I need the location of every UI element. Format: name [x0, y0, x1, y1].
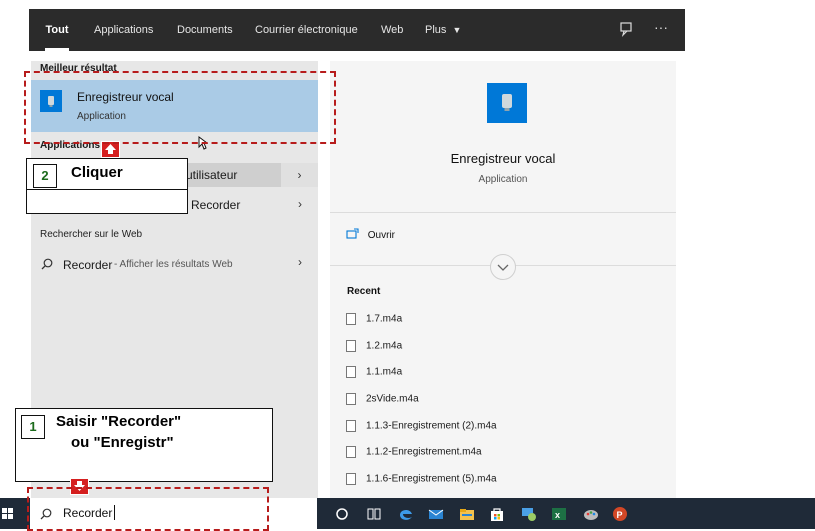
recent-file[interactable]: 1.1.2-Enregistrement.m4a [346, 446, 482, 466]
recent-file[interactable]: 1.2.m4a [346, 340, 402, 360]
preview-title: Enregistreur vocal [450, 151, 556, 166]
control-panel-icon[interactable] [521, 506, 537, 522]
web-query-text: Recorder [63, 258, 113, 272]
tab-label: Web [381, 24, 404, 36]
step2-text: Cliquer [71, 164, 123, 181]
search-icon [41, 258, 53, 273]
audio-file-icon [346, 366, 356, 378]
app-result-label: Recorder [191, 198, 241, 212]
audio-file-icon [346, 340, 356, 352]
tab-documents[interactable]: Documents [177, 9, 233, 51]
search-tab-bar: Tout Applications Documents Courrier éle… [29, 9, 685, 51]
start-windows-icon[interactable] [2, 507, 14, 525]
caret-down-icon: ▼ [452, 25, 462, 35]
step2-number: 2 [33, 164, 57, 188]
tab-web[interactable]: Web [381, 9, 403, 51]
divider [27, 189, 187, 190]
divider [330, 212, 676, 213]
cortana-icon[interactable] [334, 506, 350, 522]
search-box-highlight [27, 487, 269, 531]
chevron-right-icon[interactable]: › [298, 197, 302, 211]
active-tab-indicator [45, 48, 69, 51]
svg-text:x: x [555, 510, 560, 520]
recent-file[interactable]: 1.7.m4a [346, 313, 402, 333]
tab-label: Courrier électronique [255, 24, 358, 36]
preview-subtitle: Application [478, 174, 528, 185]
web-result-suffix: - Afficher les résultats Web [114, 259, 233, 270]
step1-callout: 1 Saisir "Recorder" ou "Enregistr" [15, 408, 273, 482]
more-options-icon[interactable]: ··· [654, 19, 668, 35]
audio-file-icon [346, 473, 356, 485]
open-label: Ouvrir [367, 229, 396, 241]
recent-header: Recent [347, 286, 381, 297]
tab-label: Documents [177, 24, 233, 36]
tab-label: Applications [94, 24, 154, 36]
recent-file[interactable]: 1.1.3-Enregistrement (2).m4a [346, 420, 497, 440]
excel-icon[interactable]: x [551, 506, 567, 522]
tab-label: Tout [45, 24, 69, 36]
chevron-right-icon[interactable]: › [298, 255, 302, 269]
tab-more[interactable]: Plus ▼ [425, 9, 461, 51]
tab-applications[interactable]: Applications [94, 9, 153, 51]
audio-file-icon [346, 446, 356, 458]
app-large-icon [487, 83, 527, 123]
step1-number: 1 [21, 415, 45, 439]
step1-line1: Saisir "Recorder" [56, 413, 182, 430]
mail-icon[interactable] [428, 506, 444, 522]
tab-label: Plus [425, 24, 447, 36]
paint-icon[interactable] [583, 506, 599, 522]
feedback-icon[interactable] [619, 21, 635, 37]
chevron-right-icon[interactable]: › [281, 163, 318, 187]
app-result-label: utilisateur [186, 168, 238, 182]
tab-email[interactable]: Courrier électronique [255, 9, 358, 51]
audio-file-icon [346, 393, 356, 405]
store-icon[interactable] [489, 506, 505, 522]
file-explorer-icon[interactable] [459, 506, 475, 522]
file-name: 1.1.2-Enregistrement.m4a [366, 446, 482, 458]
open-action[interactable]: Ouvrir [346, 228, 395, 246]
recent-file[interactable]: 1.1.6-Enregistrement (5).m4a [346, 473, 497, 493]
tab-tout[interactable]: Tout [42, 9, 72, 51]
expand-chevron-icon[interactable] [490, 254, 516, 280]
step1-line2: ou "Enregistr" [71, 434, 174, 451]
task-view-icon[interactable] [366, 506, 382, 522]
web-search-header: Rechercher sur le Web [40, 229, 143, 240]
audio-file-icon [346, 420, 356, 432]
file-name: 1.2.m4a [366, 340, 403, 352]
recent-file[interactable]: 1.1.m4a [346, 366, 402, 386]
file-name: 1.7.m4a [366, 313, 403, 325]
file-name: 1.1.3-Enregistrement (2).m4a [366, 420, 497, 432]
web-search-result[interactable]: Recorder - Afficher les résultats Web › [31, 255, 318, 279]
best-match-highlight [24, 71, 336, 144]
recent-file[interactable]: 2sVide.m4a [346, 393, 419, 413]
powerpoint-icon[interactable]: P [612, 506, 628, 522]
svg-text:P: P [617, 510, 623, 520]
open-window-icon [346, 228, 359, 242]
file-name: 1.1.m4a [366, 366, 403, 378]
step2-callout: 2 Cliquer [26, 158, 188, 214]
file-name: 1.1.6-Enregistrement (5).m4a [366, 473, 497, 485]
audio-file-icon [346, 313, 356, 325]
file-name: 2sVide.m4a [366, 393, 419, 405]
edge-browser-icon[interactable] [398, 506, 414, 522]
